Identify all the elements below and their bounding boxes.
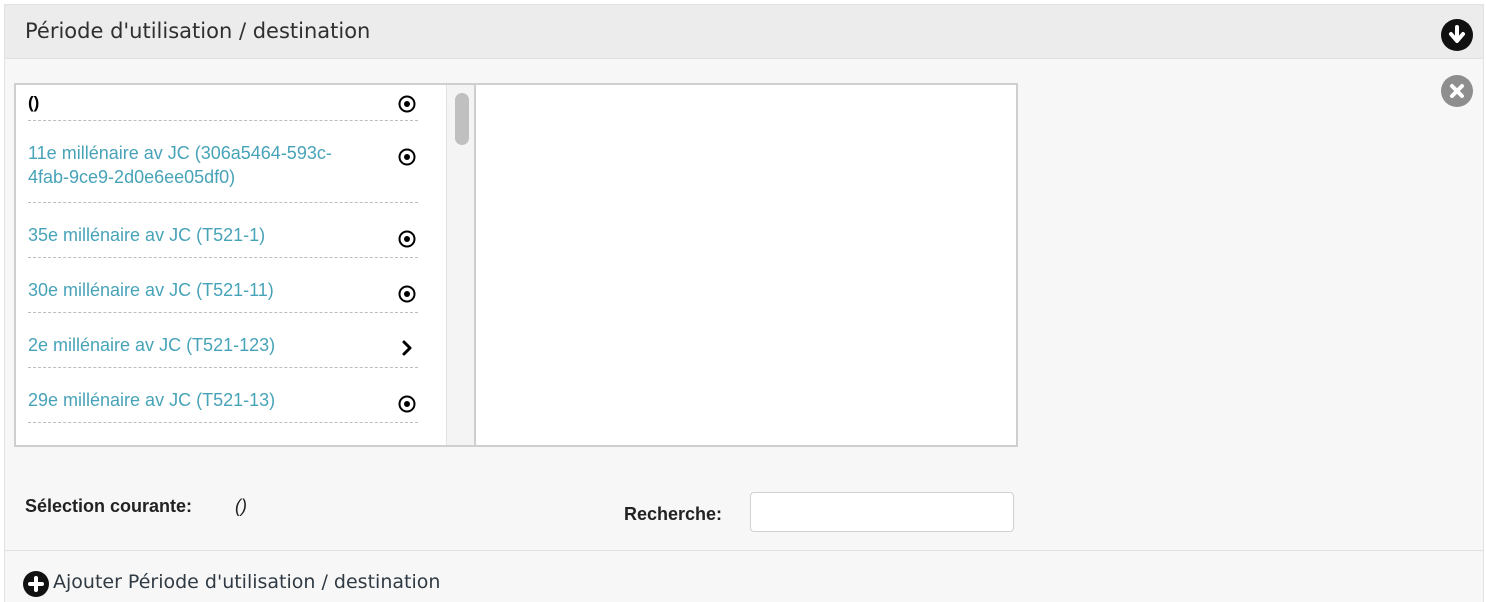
- tree-item-label[interactable]: 11e millénaire av JC (306a5464-593c-4fab…: [28, 141, 368, 189]
- target-icon[interactable]: [396, 146, 418, 168]
- tree-item[interactable]: (): [28, 89, 418, 121]
- tree-item[interactable]: 29e millénaire av JC (T521-13): [28, 368, 418, 423]
- arrow-down-circle-icon[interactable]: [1441, 19, 1473, 51]
- add-period-label[interactable]: Ajouter Période d'utilisation / destinat…: [53, 571, 440, 593]
- tree-item[interactable]: 11e millénaire av JC (306a5464-593c-4fab…: [28, 121, 418, 203]
- period-panel: Période d'utilisation / destination () 1…: [4, 4, 1484, 602]
- chevron-right-icon[interactable]: [396, 337, 418, 359]
- selection-value: (): [235, 496, 247, 516]
- search-input[interactable]: [750, 492, 1014, 532]
- panel-footer: Ajouter Période d'utilisation / destinat…: [5, 550, 1483, 602]
- close-circle-icon[interactable]: [1441, 75, 1473, 107]
- target-icon[interactable]: [396, 393, 418, 415]
- panel-title: Période d'utilisation / destination: [25, 19, 371, 43]
- scrollbar[interactable]: [446, 85, 476, 445]
- plus-circle-icon[interactable]: [23, 571, 49, 597]
- target-icon[interactable]: [396, 93, 418, 115]
- tree-item-label[interactable]: 35e millénaire av JC (T521-1): [28, 223, 368, 247]
- tree-list: () 11e millénaire av JC (306a5464-593c-4…: [16, 85, 446, 445]
- tree-item-label[interactable]: 30e millénaire av JC (T521-11): [28, 278, 368, 302]
- tree-item-label[interactable]: 2e millénaire av JC (T521-123): [28, 333, 368, 357]
- selection-label: Sélection courante:: [25, 496, 193, 516]
- tree-browser: () 11e millénaire av JC (306a5464-593c-4…: [14, 83, 1018, 447]
- target-icon[interactable]: [396, 283, 418, 305]
- tree-item[interactable]: 2e millénaire av JC (T521-123): [28, 313, 418, 368]
- panel-header: Période d'utilisation / destination: [5, 5, 1483, 59]
- search-label: Recherche:: [624, 504, 723, 524]
- tree-item[interactable]: 30e millénaire av JC (T521-11): [28, 258, 418, 313]
- scrollbar-thumb[interactable]: [455, 93, 469, 145]
- tree-item[interactable]: 35e millénaire av JC (T521-1): [28, 203, 418, 258]
- tree-item-label[interactable]: (): [28, 91, 368, 115]
- target-icon[interactable]: [396, 228, 418, 250]
- tree-item-label[interactable]: 29e millénaire av JC (T521-13): [28, 388, 368, 412]
- detail-pane: [478, 85, 1016, 445]
